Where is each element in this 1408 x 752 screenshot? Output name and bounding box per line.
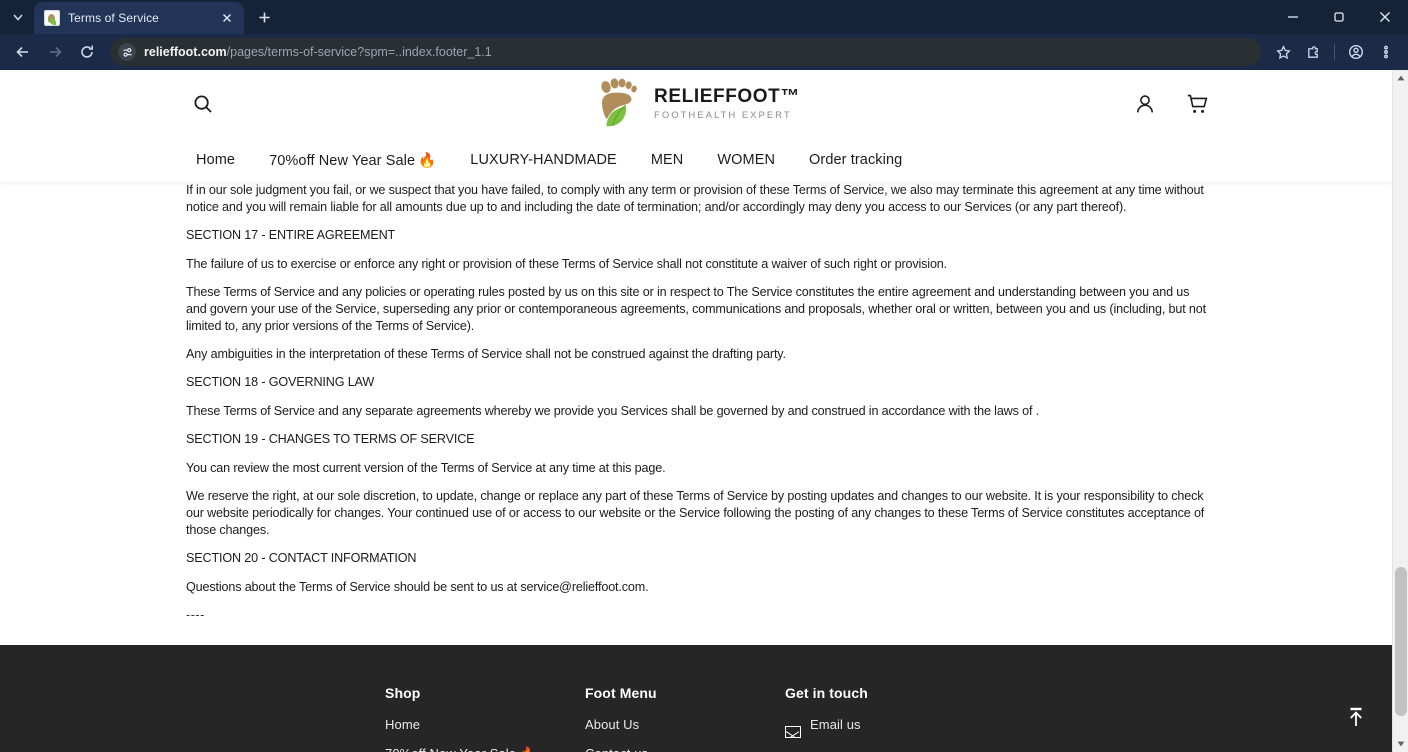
- nav-item-men[interactable]: MEN: [651, 152, 684, 168]
- footer-heading: Shop: [385, 685, 421, 701]
- header-top-row: RELIEFFOOT™ FOOTHEALTH EXPERT: [0, 70, 1392, 138]
- footer-columns: Shop Home 70%off New Year Sale🔥 Foot Men…: [0, 685, 1392, 752]
- url-path: /pages/terms-of-service?spm=..index.foot…: [226, 45, 492, 59]
- scrollbar-thumb[interactable]: [1395, 567, 1407, 716]
- section-heading-17: SECTION 17 - ENTIRE AGREEMENT: [186, 228, 396, 242]
- nav-item-luxury-handmade[interactable]: LUXURY-HANDMADE: [470, 152, 617, 168]
- nav-label: 70%off New Year Sale: [269, 152, 416, 169]
- brand-name: RELIEFFOOT™: [654, 85, 800, 107]
- bookmark-star-icon[interactable]: [1269, 38, 1297, 66]
- paragraph: Any ambiguities in the interpretation of…: [186, 347, 786, 361]
- site-settings-icon[interactable]: [118, 43, 136, 61]
- url-text: relieffoot.com/pages/terms-of-service?sp…: [144, 45, 492, 59]
- cart-icon[interactable]: [1184, 91, 1210, 117]
- chrome-menu-icon[interactable]: [1372, 38, 1400, 66]
- footer-heading: Foot Menu: [585, 685, 657, 701]
- account-icon[interactable]: [1132, 91, 1158, 117]
- header-actions: [1132, 91, 1210, 117]
- footprint-leaf-icon: [592, 75, 644, 133]
- paragraph-divider: ----: [186, 608, 205, 622]
- window-close-icon[interactable]: [1362, 0, 1408, 34]
- footer-column-get-in-touch: Get in touch Email us: [785, 685, 1025, 752]
- paragraph: If in our sole judgment you fail, or we …: [186, 183, 1204, 214]
- nav-label: MEN: [650, 152, 684, 168]
- extensions-icon[interactable]: [1299, 38, 1327, 66]
- section-heading-18: SECTION 18 - GOVERNING LAW: [186, 375, 375, 389]
- footer-column-shop: Shop Home 70%off New Year Sale🔥: [385, 685, 585, 752]
- footer-link-new-year-sale[interactable]: 70%off New Year Sale🔥: [385, 746, 585, 752]
- envelope-icon: [785, 725, 801, 738]
- search-icon[interactable]: [186, 87, 220, 121]
- paragraph: Questions about the Terms of Service sho…: [186, 580, 649, 594]
- relieffoot-favicon: [44, 10, 60, 26]
- reload-icon[interactable]: [72, 37, 102, 67]
- nav-label: Home: [196, 152, 236, 168]
- paragraph: The failure of us to exercise or enforce…: [186, 257, 948, 271]
- minimize-icon[interactable]: [1270, 0, 1316, 34]
- footer-link-label: Contact us: [585, 746, 648, 752]
- tab-search-icon[interactable]: [4, 3, 32, 31]
- footer-link-contact-us[interactable]: Contact us: [585, 746, 785, 752]
- window-controls: [1270, 0, 1408, 34]
- brand-tagline: FOOTHEALTH EXPERT: [654, 110, 792, 122]
- footer-link-label: 70%off New Year Sale: [385, 746, 516, 752]
- paragraph: We reserve the right, at our sole discre…: [186, 489, 1205, 537]
- tab-title: Terms of Service: [68, 11, 159, 25]
- section-heading-19: SECTION 19 - CHANGES TO TERMS OF SERVICE: [186, 432, 475, 446]
- paragraph: These Terms of Service and any policies …: [186, 285, 1206, 333]
- email-us-link[interactable]: Email us: [810, 717, 861, 732]
- browser-toolbar: relieffoot.com/pages/terms-of-service?sp…: [0, 34, 1408, 70]
- scroll-down-arrow-icon[interactable]: [1393, 736, 1408, 752]
- footer-link-home[interactable]: Home: [385, 717, 585, 732]
- close-icon[interactable]: [218, 9, 236, 27]
- maximize-icon[interactable]: [1316, 0, 1362, 34]
- nav-label: Order tracking: [809, 152, 903, 168]
- footer-link-about-us[interactable]: About Us: [585, 717, 785, 732]
- profile-icon[interactable]: [1342, 38, 1370, 66]
- toolbar-actions: [1269, 38, 1400, 66]
- fire-icon: 🔥: [418, 152, 437, 169]
- back-to-top-button[interactable]: [1341, 700, 1371, 734]
- page-scrollbar[interactable]: [1392, 70, 1408, 752]
- site-header: RELIEFFOOT™ FOOTHEALTH EXPERT Home 70%of…: [0, 70, 1392, 182]
- url-domain: relieffoot.com: [144, 45, 227, 59]
- browser-tab[interactable]: Terms of Service: [34, 2, 244, 34]
- footer-column-foot-menu: Foot Menu About Us Contact us: [585, 685, 785, 752]
- nav-item-order-tracking[interactable]: Order tracking: [809, 152, 902, 168]
- footer-link-label: Home: [385, 717, 421, 732]
- site-logo[interactable]: RELIEFFOOT™ FOOTHEALTH EXPERT: [592, 75, 800, 133]
- back-icon[interactable]: [8, 37, 38, 67]
- terms-of-service-content: If in our sole judgment you fail, or we …: [0, 182, 1392, 635]
- new-tab-icon[interactable]: [250, 3, 278, 31]
- nav-item-new-year-sale[interactable]: 70%off New Year Sale 🔥: [269, 152, 436, 169]
- brand-text: RELIEFFOOT™ FOOTHEALTH EXPERT: [654, 85, 800, 122]
- address-bar[interactable]: relieffoot.com/pages/terms-of-service?sp…: [110, 38, 1261, 66]
- fire-icon: 🔥: [519, 746, 535, 752]
- nav-label: LUXURY-HANDMADE: [470, 152, 617, 168]
- tab-strip: Terms of Service: [0, 0, 1408, 34]
- paragraph: You can review the most current version …: [186, 461, 666, 475]
- forward-icon[interactable]: [40, 37, 70, 67]
- paragraph: These Terms of Service and any separate …: [186, 404, 1040, 418]
- footer-heading: Get in touch: [785, 685, 868, 701]
- main-navigation: Home 70%off New Year Sale 🔥 LUXURY-HANDMA…: [0, 138, 1392, 182]
- toolbar-divider: [1334, 44, 1335, 60]
- nav-item-home[interactable]: Home: [196, 152, 235, 168]
- page-viewport: If in our sole judgment you fail, or we …: [0, 70, 1408, 752]
- email-us-row[interactable]: Email us: [785, 717, 1025, 746]
- nav-label: WOMEN: [717, 152, 776, 168]
- site-footer: Shop Home 70%off New Year Sale🔥 Foot Men…: [0, 645, 1392, 752]
- scroll-up-arrow-icon[interactable]: [1393, 70, 1408, 86]
- footer-link-label: About Us: [585, 717, 640, 732]
- nav-item-women[interactable]: WOMEN: [717, 152, 775, 168]
- browser-window: Terms of Service relieffoot.com/pages/te…: [0, 0, 1408, 752]
- section-heading-20: SECTION 20 - CONTACT INFORMATION: [186, 551, 417, 565]
